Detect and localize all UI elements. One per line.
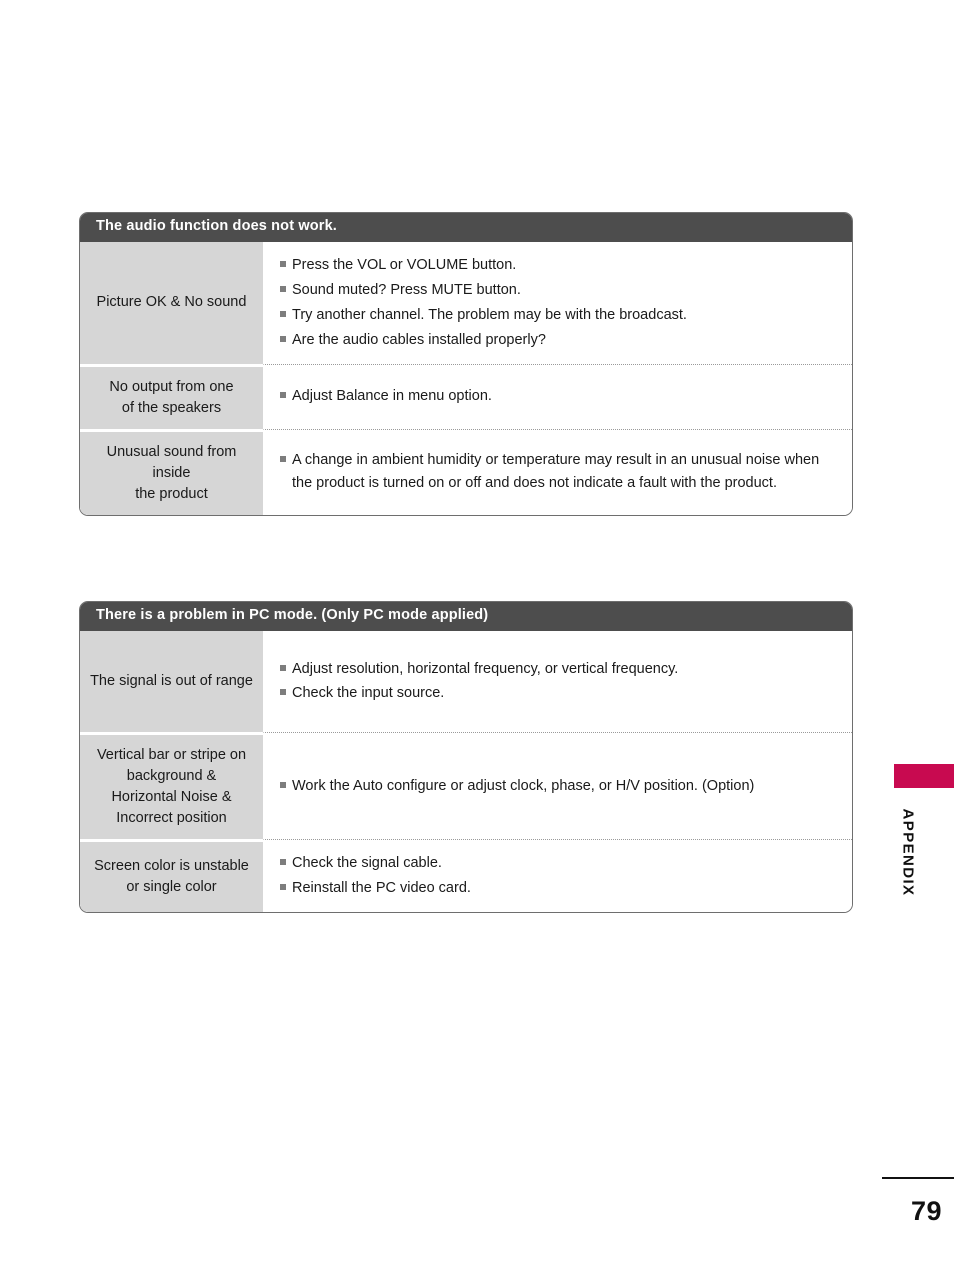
- page-number: 79: [910, 1196, 942, 1226]
- row-label-line: Vertical bar or stripe on: [96, 746, 247, 763]
- square-bullet-icon: [280, 310, 286, 317]
- table-row: Screen color is unstable or single color…: [80, 839, 852, 912]
- square-bullet-icon: [280, 689, 286, 696]
- row-label: Vertical bar or stripe on background & H…: [80, 731, 263, 839]
- square-bullet-icon: [280, 456, 286, 463]
- row-content: Press the VOL or VOLUME button. Sound mu…: [263, 241, 852, 364]
- list-item: Press the VOL or VOLUME button.: [280, 254, 838, 277]
- list-item: Work the Auto configure or adjust clock,…: [280, 775, 838, 798]
- square-bullet-icon: [280, 285, 286, 292]
- row-content: Check the signal cable. Reinstall the PC…: [263, 839, 852, 912]
- list-item-text: Press the VOL or VOLUME button.: [292, 256, 517, 273]
- square-bullet-icon: [280, 859, 286, 865]
- table-row: No output from one of the speakers Adjus…: [80, 363, 852, 429]
- row-content: Work the Auto configure or adjust clock,…: [263, 731, 852, 839]
- row-content: Adjust resolution, horizontal frequency,…: [263, 630, 852, 732]
- table-header-pc-mode: There is a problem in PC mode. (Only PC …: [80, 602, 852, 631]
- table-row: Picture OK & No sound Press the VOL or V…: [80, 241, 852, 364]
- square-bullet-icon: [280, 260, 286, 267]
- list-item: Check the signal cable.: [280, 852, 838, 875]
- table-row: Unusual sound from inside the product A …: [80, 428, 852, 515]
- list-item: Reinstall the PC video card.: [280, 877, 838, 900]
- row-label-line: Screen color is unstable: [94, 857, 249, 874]
- row-label-line: Horizontal Noise &: [111, 788, 232, 805]
- row-label: The signal is out of range: [80, 630, 263, 732]
- square-bullet-icon: [280, 781, 286, 788]
- troubleshooting-table-pc-mode: There is a problem in PC mode. (Only PC …: [79, 601, 853, 913]
- list-item-text: Reinstall the PC video card.: [292, 879, 471, 896]
- list-item-text: Sound muted? Press MUTE button.: [292, 281, 521, 298]
- list-item-text: Adjust Balance in menu option.: [292, 388, 492, 405]
- table-body-pc-mode: The signal is out of range Adjust resolu…: [80, 630, 852, 912]
- section-label-appendix: APPENDIX: [894, 800, 922, 910]
- list-item-text: Adjust resolution, horizontal frequency,…: [292, 660, 679, 677]
- row-label-line: of the speakers: [121, 399, 222, 416]
- row-label-line: Unusual sound from: [106, 443, 237, 460]
- section-accent-tab: [894, 764, 954, 788]
- square-bullet-icon: [280, 883, 286, 890]
- table-row: The signal is out of range Adjust resolu…: [80, 630, 852, 732]
- list-item-text: Check the signal cable.: [292, 855, 442, 871]
- list-item-text: Work the Auto configure or adjust clock,…: [292, 777, 755, 794]
- footer-divider: [882, 1177, 954, 1179]
- manual-page: The audio function does not work. Pictur…: [0, 0, 954, 1272]
- row-label: No output from one of the speakers: [80, 363, 263, 429]
- troubleshooting-table-audio: The audio function does not work. Pictur…: [79, 212, 853, 516]
- square-bullet-icon: [280, 335, 286, 342]
- row-label-line: or single color: [126, 878, 217, 895]
- list-item-text: Are the audio cables installed properly?: [292, 331, 546, 348]
- row-label: Screen color is unstable or single color: [80, 839, 263, 912]
- square-bullet-icon: [280, 392, 286, 399]
- list-item-text: Try another channel. The problem may be …: [292, 306, 687, 323]
- row-content: Adjust Balance in menu option.: [263, 363, 852, 429]
- list-item: Are the audio cables installed properly?: [280, 329, 838, 352]
- list-item: A change in ambient humidity or temperat…: [280, 449, 838, 495]
- table-body-audio: Picture OK & No sound Press the VOL or V…: [80, 241, 852, 515]
- list-item-text: Check the input source.: [292, 685, 445, 702]
- list-item-text: A change in ambient humidity or temperat…: [292, 452, 820, 492]
- list-item: Try another channel. The problem may be …: [280, 304, 838, 327]
- table-row: Vertical bar or stripe on background & H…: [80, 731, 852, 839]
- row-label-line: background &: [126, 767, 217, 784]
- list-item: Sound muted? Press MUTE button.: [280, 279, 838, 302]
- table-header-audio: The audio function does not work.: [80, 213, 852, 242]
- row-label-line: No output from one: [109, 378, 234, 395]
- row-label-line: Picture OK & No sound: [96, 294, 247, 311]
- list-item: Check the input source.: [280, 682, 838, 705]
- row-label-line: the product: [135, 485, 208, 502]
- square-bullet-icon: [280, 664, 286, 671]
- row-label-line: inside: [152, 464, 191, 481]
- row-label: Picture OK & No sound: [80, 241, 263, 364]
- row-label-line: Incorrect position: [116, 809, 227, 826]
- section-label-text: APPENDIX: [899, 808, 917, 897]
- row-label-line: The signal is out of range: [90, 672, 253, 689]
- row-content: A change in ambient humidity or temperat…: [263, 428, 852, 515]
- list-item: Adjust Balance in menu option.: [280, 385, 838, 408]
- row-label: Unusual sound from inside the product: [80, 428, 263, 515]
- list-item: Adjust resolution, horizontal frequency,…: [280, 658, 838, 681]
